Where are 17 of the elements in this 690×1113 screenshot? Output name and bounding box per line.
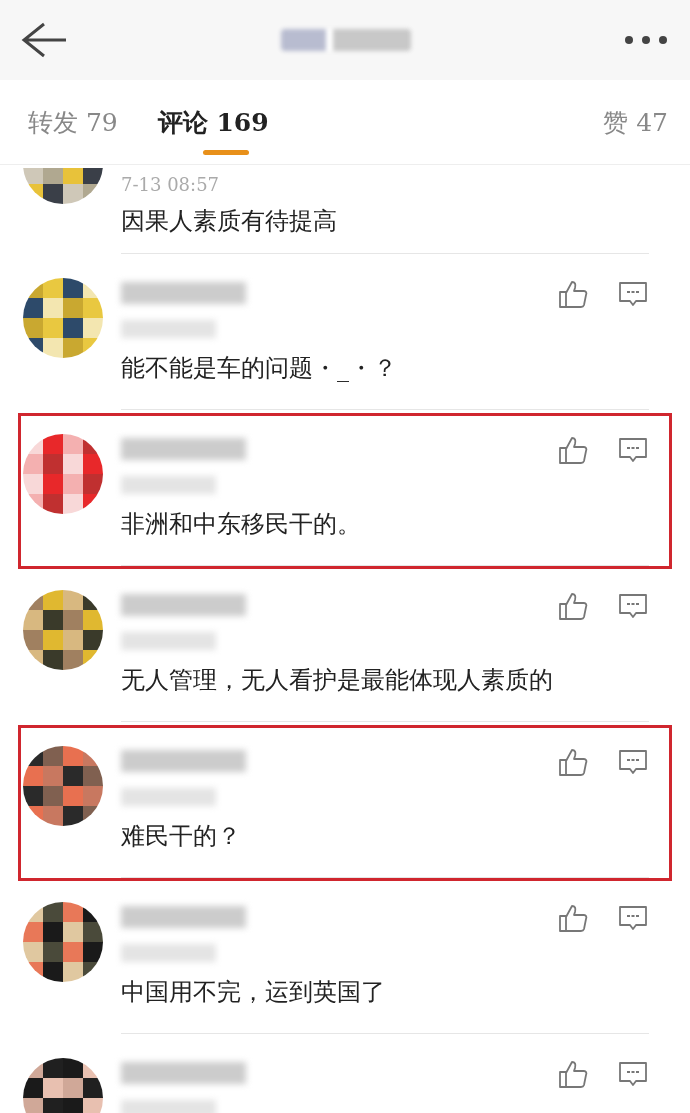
tab[interactable]: 赞 47 bbox=[603, 93, 668, 151]
comment-text: 非洲和中东移民干的。 bbox=[121, 509, 362, 540]
tab[interactable]: 转发 79 bbox=[28, 93, 118, 151]
comment-time: 7-13 08:57 bbox=[121, 174, 221, 195]
comment-text: 中国用不完，运到英国了 bbox=[121, 977, 386, 1008]
thumbs-up-icon[interactable] bbox=[557, 1058, 589, 1090]
more-icon[interactable] bbox=[624, 35, 668, 45]
thumbs-up-icon[interactable] bbox=[557, 590, 589, 622]
comment-text: 因果人素质有待提高 bbox=[121, 206, 338, 237]
thumbs-up-icon[interactable] bbox=[557, 746, 589, 778]
comment-text: 难民干的？ bbox=[121, 821, 242, 852]
thumbs-up-icon[interactable] bbox=[557, 902, 589, 934]
back-icon[interactable] bbox=[20, 22, 68, 58]
comment-text: 能不能是车的问题・_・？ bbox=[121, 353, 398, 384]
thumbs-up-icon[interactable] bbox=[557, 278, 589, 310]
thumbs-up-icon[interactable] bbox=[557, 434, 589, 466]
comment-text: 无人管理，无人看护是最能体现人素质的 bbox=[121, 665, 554, 696]
